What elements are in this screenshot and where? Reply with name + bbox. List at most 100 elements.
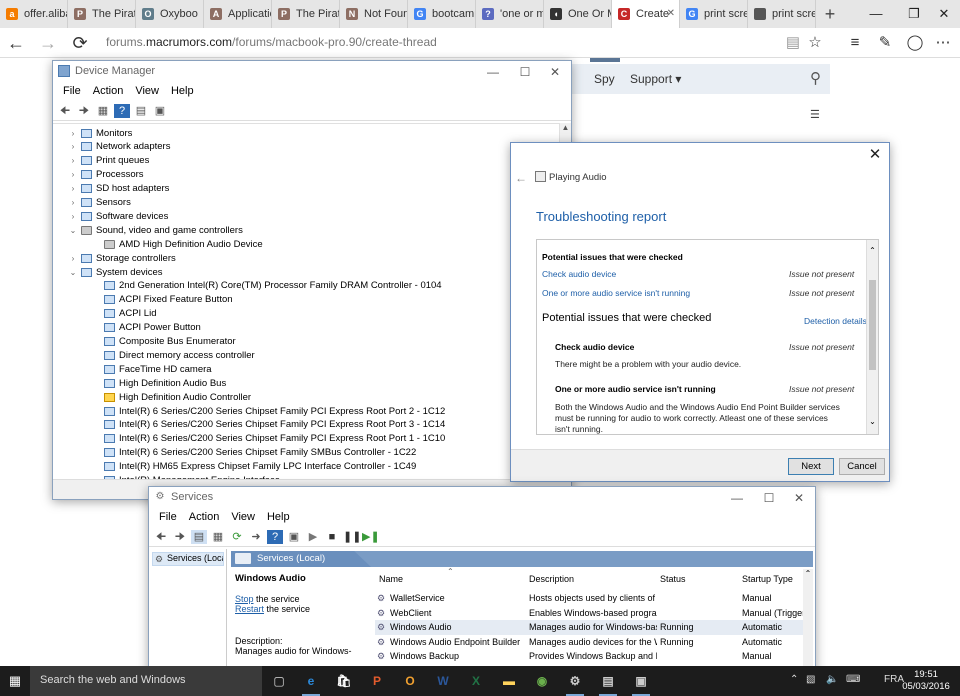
- back-icon[interactable]: 🠈: [57, 104, 73, 118]
- site-list-icon[interactable]: ☰: [810, 108, 820, 121]
- device-manager-titlebar[interactable]: Device Manager — ☐ ✕: [53, 61, 571, 83]
- device-tree-item[interactable]: › Processors: [68, 168, 144, 182]
- taskbar-app-icon[interactable]: ▣: [628, 669, 654, 696]
- forward-icon[interactable]: 🠊: [172, 530, 188, 544]
- scroll-up-icon[interactable]: ⌃: [867, 246, 878, 255]
- services-close-button[interactable]: ✕: [783, 487, 815, 509]
- next-button[interactable]: Next: [788, 458, 834, 475]
- expand-arrow-icon[interactable]: ›: [68, 129, 78, 138]
- service-row[interactable]: ⚙ WebClient Enables Windows-based progra..…: [375, 606, 807, 621]
- web-note-icon[interactable]: ✎: [874, 32, 896, 54]
- services-menu-file[interactable]: File: [153, 509, 183, 527]
- service-row[interactable]: ⚙ Windows Backup Provides Windows Backup a…: [375, 649, 807, 664]
- reading-view-icon[interactable]: ▤: [782, 32, 804, 54]
- report-scrollbar[interactable]: ⌃ ⌄: [866, 240, 878, 434]
- expand-arrow-icon[interactable]: ⌄: [68, 268, 78, 277]
- dm-close-button[interactable]: ✕: [539, 61, 571, 83]
- services-menu-action[interactable]: Action: [183, 509, 226, 527]
- services-minimize-button[interactable]: —: [721, 487, 753, 509]
- taskbar-app-icon[interactable]: ◉: [529, 669, 555, 693]
- expand-arrow-icon[interactable]: ›: [68, 142, 78, 151]
- taskbar-app-icon[interactable]: O: [397, 669, 423, 693]
- console-icon[interactable]: ▣: [286, 530, 302, 544]
- expand-arrow-icon[interactable]: ›: [68, 156, 78, 165]
- device-tree-item[interactable]: 2nd Generation Intel(R) Core(TM) Process…: [91, 279, 442, 293]
- services-menu-help[interactable]: Help: [261, 509, 296, 527]
- device-tree-item[interactable]: FaceTime HD camera: [91, 362, 212, 376]
- task-view-icon[interactable]: ▢: [266, 669, 292, 693]
- browser-tab[interactable]: O Oxyboo: [136, 0, 204, 28]
- browser-tab[interactable]: P The Pirate: [272, 0, 340, 28]
- browser-close-button[interactable]: ✕: [924, 0, 960, 28]
- taskbar-clock[interactable]: 19:51 05/03/2016: [902, 669, 950, 693]
- dm-maximize-button[interactable]: ☐: [509, 61, 541, 83]
- expand-arrow-icon[interactable]: ›: [68, 212, 78, 221]
- device-tree-item[interactable]: › Sensors: [68, 196, 131, 210]
- hub-icon[interactable]: ≡: [844, 32, 866, 54]
- browser-tab[interactable]: ? 'one or mc: [476, 0, 544, 28]
- column-name[interactable]: Name: [379, 574, 403, 584]
- scroll-up-icon[interactable]: ▲: [560, 123, 571, 132]
- tray-volume-icon[interactable]: 🔈: [826, 674, 838, 685]
- service-row[interactable]: ⚙ Windows Audio Endpoint Builder Manages a…: [375, 635, 807, 650]
- cancel-button[interactable]: Cancel: [839, 458, 885, 475]
- dialog-close-icon[interactable]: ✕: [865, 145, 885, 165]
- taskbar-search-box[interactable]: Search the web and Windows: [30, 666, 262, 696]
- column-startup-type[interactable]: Startup Type: [742, 574, 793, 584]
- expand-arrow-icon[interactable]: ›: [68, 254, 78, 263]
- device-tree-item[interactable]: ACPI Fixed Feature Button: [91, 293, 233, 307]
- browser-minimize-button[interactable]: —: [856, 0, 896, 28]
- stop-service-link[interactable]: Stop: [235, 594, 254, 604]
- show-tree-icon[interactable]: ▤: [191, 529, 207, 544]
- dm-menu-help[interactable]: Help: [165, 83, 200, 101]
- browser-tab[interactable]: A Applicatior: [204, 0, 272, 28]
- device-tree-item[interactable]: AMD High Definition Audio Device: [91, 237, 263, 251]
- browser-tab[interactable]: C Create ✕: [612, 0, 680, 28]
- device-tree-item[interactable]: ACPI Power Button: [91, 321, 201, 335]
- device-tree-item[interactable]: Intel(R) 6 Series/C200 Series Chipset Fa…: [91, 432, 445, 446]
- taskbar-app-icon[interactable]: ▬: [496, 669, 522, 693]
- export-icon[interactable]: ➜: [248, 530, 264, 544]
- device-tree-item[interactable]: Intel(R) HM65 Express Chipset Family LPC…: [91, 460, 416, 474]
- restart-service-icon[interactable]: ▶❚: [362, 530, 380, 544]
- taskbar-app-icon[interactable]: ▤: [595, 669, 621, 696]
- help-icon[interactable]: ?: [114, 103, 130, 118]
- properties-icon[interactable]: ▦: [210, 530, 226, 544]
- device-tree-item[interactable]: ACPI Lid: [91, 307, 157, 321]
- url-field[interactable]: forums.macrumors.com/forums/macbook-pro.…: [106, 35, 437, 49]
- start-service-icon[interactable]: ▶: [305, 530, 321, 544]
- audio-service-link[interactable]: One or more audio service isn't running: [542, 288, 690, 298]
- taskbar-app-icon[interactable]: 🛍: [331, 669, 357, 693]
- restart-service-link[interactable]: Restart: [235, 604, 264, 614]
- taskbar-app-icon[interactable]: X: [463, 669, 489, 693]
- device-tree-item[interactable]: › Monitors: [68, 126, 133, 140]
- expand-arrow-icon[interactable]: ⌄: [68, 226, 78, 235]
- device-tree-item[interactable]: High Definition Audio Bus: [91, 376, 226, 390]
- services-menu-view[interactable]: View: [225, 509, 261, 527]
- tray-language[interactable]: FRA: [884, 674, 904, 685]
- browser-tab[interactable]: a offer.alibab: [0, 0, 68, 28]
- device-tree-item[interactable]: Intel(R) 6 Series/C200 Series Chipset Fa…: [91, 446, 416, 460]
- help-icon[interactable]: ?: [267, 529, 283, 544]
- dm-minimize-button[interactable]: —: [477, 61, 509, 83]
- site-nav-support[interactable]: Support ▾: [630, 72, 681, 86]
- service-row[interactable]: ⚙ WalletService Hosts objects used by clie…: [375, 591, 807, 606]
- dialog-back-arrow-icon[interactable]: ←: [515, 171, 527, 185]
- properties-icon[interactable]: ▦: [95, 104, 111, 118]
- taskbar-app-icon[interactable]: W: [430, 669, 456, 693]
- browser-tab[interactable]: N Not Found: [340, 0, 408, 28]
- device-tree-item[interactable]: Direct memory access controller: [91, 348, 255, 362]
- browser-tab[interactable]: Gbootcamp: [408, 0, 476, 28]
- device-tree-item[interactable]: Composite Bus Enumerator: [91, 335, 236, 349]
- browser-tab[interactable]: ◖ One Or Mc: [544, 0, 612, 28]
- taskbar-app-icon[interactable]: ⚙: [562, 669, 588, 696]
- tray-network-icon[interactable]: ▧: [806, 674, 815, 685]
- browser-tab[interactable]: P The Pirate: [68, 0, 136, 28]
- scan-hardware-icon[interactable]: ▣: [152, 104, 168, 118]
- detection-details-link[interactable]: Detection details: [804, 316, 867, 326]
- column-description[interactable]: Description: [529, 574, 574, 584]
- device-tree-item[interactable]: Intel(R) 6 Series/C200 Series Chipset Fa…: [91, 404, 445, 418]
- start-windows-icon[interactable]: ▦: [0, 666, 30, 696]
- device-tree-item[interactable]: ⌄ System devices: [68, 265, 163, 279]
- service-row[interactable]: ⚙ Windows Audio Manages audio for Windows-…: [375, 620, 807, 636]
